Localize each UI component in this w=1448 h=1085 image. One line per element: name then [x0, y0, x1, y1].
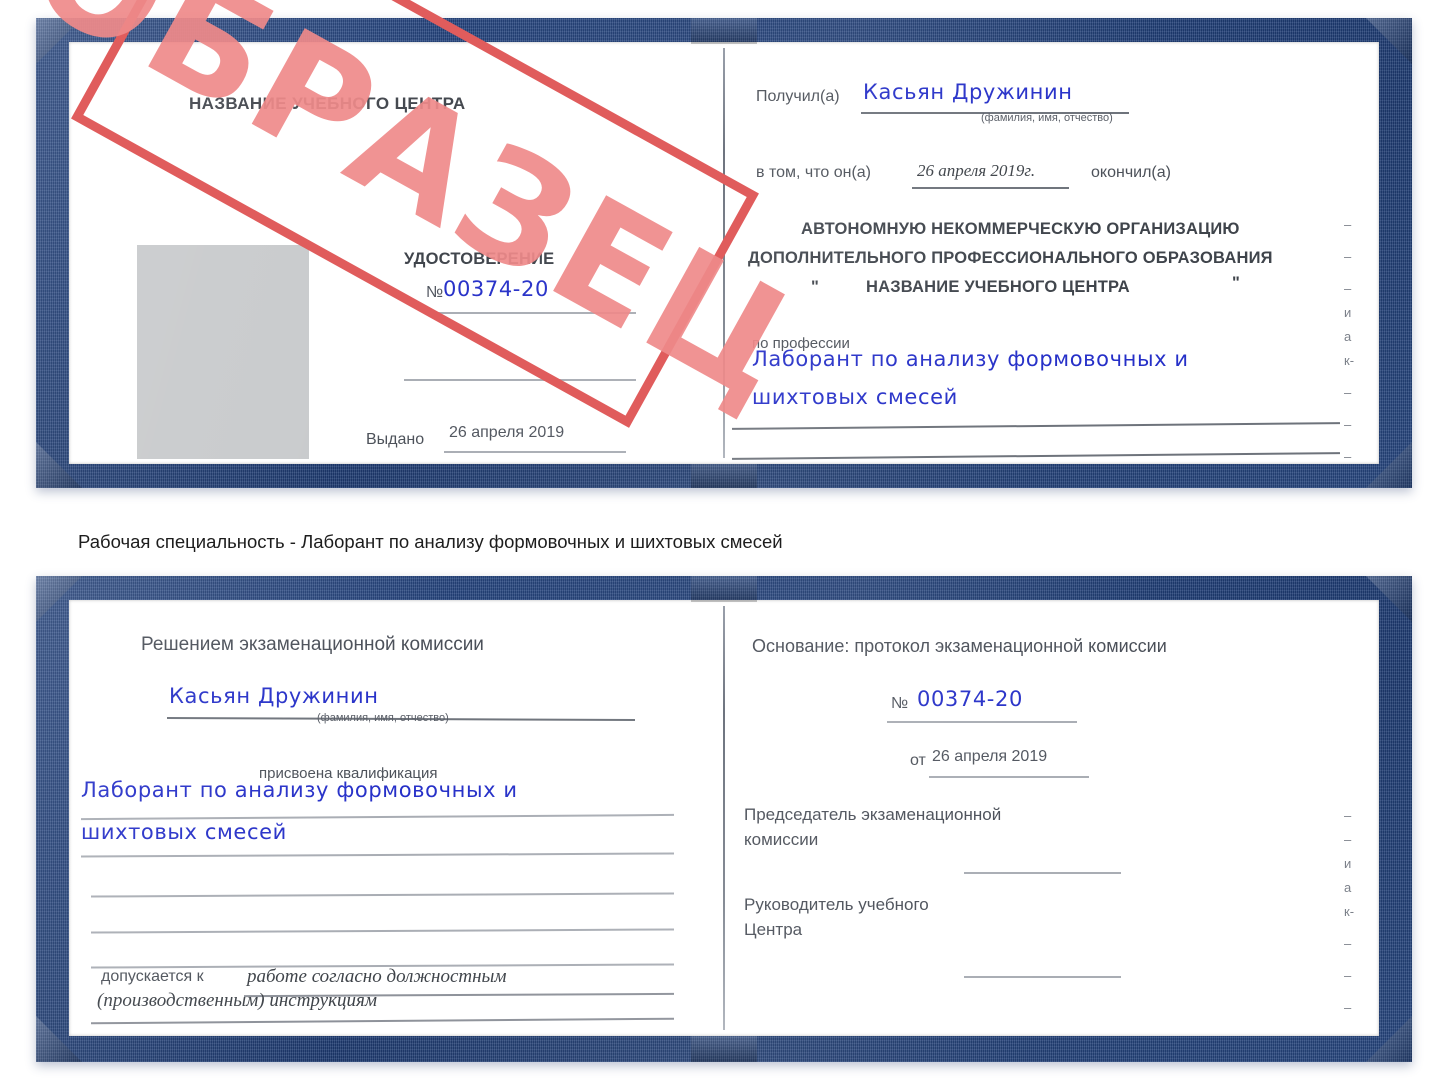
- admitted-line-1: работе согласно должностным: [247, 966, 507, 987]
- admitted-label: допускается к: [101, 968, 204, 985]
- admitted-rule-2: [91, 1017, 674, 1024]
- spine-notch-bottom: [691, 462, 757, 488]
- profession-rule-1: [732, 422, 1340, 430]
- completion-date-rule: [912, 187, 1069, 189]
- edge-fragment: –: [1344, 281, 1352, 296]
- received-label: Получил(а): [756, 88, 840, 105]
- fio-hint-top: (фамилия, имя, отчество): [981, 112, 1113, 124]
- spine-notch-top: [691, 576, 757, 602]
- certificate-bottom-pages: Решением экзаменационной комиссии Касьян…: [69, 600, 1379, 1036]
- edge-fragment: к-: [1344, 353, 1355, 368]
- blank-rule-b: [90, 928, 675, 934]
- edge-fragment: –: [1344, 936, 1352, 951]
- organization-line-1: АВТОНОМНУЮ НЕКОММЕРЧЕСКУЮ ОРГАНИЗАЦИЮ: [801, 220, 1240, 238]
- certificate-bottom-book: Решением экзаменационной комиссии Касьян…: [36, 576, 1412, 1062]
- certificate-title: УДОСТОВЕРЕНИЕ: [404, 250, 555, 268]
- edge-fragment: и: [1344, 305, 1352, 320]
- blank-rule-1: [404, 379, 636, 381]
- head-line-2: Центра: [744, 920, 803, 939]
- issued-label: Выдано: [366, 431, 425, 448]
- qualification-line-1: Лаборант по анализу формовочных и: [81, 778, 518, 802]
- organization-quote-open: ": [811, 278, 820, 296]
- edge-fragment: –: [1344, 449, 1352, 464]
- decision-title: Решением экзаменационной комиссии: [141, 634, 484, 655]
- certificate-bottom-left-page: Решением экзаменационной комиссии Касьян…: [69, 600, 724, 1036]
- spine-notch-top: [691, 18, 757, 44]
- in-that-label: в том, что он(а): [756, 164, 871, 181]
- edge-fragment: и: [1344, 856, 1352, 871]
- certificate-top-left-page: НАЗВАНИЕ УЧЕБНОГО ЦЕНТРА УДОСТОВЕРЕНИЕ №…: [69, 42, 724, 464]
- received-value: Касьян Дружинин: [863, 80, 1073, 104]
- profession-line-1: Лаборант по анализу формовочных и: [752, 347, 1189, 371]
- chairman-signature-rule: [964, 872, 1121, 874]
- admitted-line-2: (производственным) инструкциям: [97, 990, 377, 1011]
- profession-line-2: шихтовых смесей: [752, 385, 958, 409]
- qualification-rule-2: [80, 852, 675, 858]
- organization-line-2: ДОПОЛНИТЕЛЬНОГО ПРОФЕССИОНАЛЬНОГО ОБРАЗО…: [748, 249, 1273, 267]
- edge-fragment: –: [1344, 249, 1352, 264]
- chairman-line-2: комиссии: [744, 830, 819, 849]
- spine-notch-bottom: [691, 1036, 757, 1062]
- training-center-name-heading: НАЗВАНИЕ УЧЕБНОГО ЦЕНТРА: [189, 94, 466, 113]
- photo-placeholder: [137, 245, 309, 459]
- certificate-top-book: НАЗВАНИЕ УЧЕБНОГО ЦЕНТРА УДОСТОВЕРЕНИЕ №…: [36, 18, 1412, 488]
- page-caption: Рабочая специальность - Лаборант по анал…: [78, 531, 783, 552]
- edge-fragment: –: [1344, 1000, 1352, 1015]
- fio-hint-bottom: (фамилия, имя, отчество): [317, 712, 449, 724]
- certificate-top-right-page: Получил(а) Касьян Дружинин (фамилия, имя…: [724, 42, 1379, 464]
- issued-value: 26 апреля 2019: [449, 424, 565, 441]
- profession-rule-2: [732, 452, 1340, 460]
- finished-label: окончил(а): [1091, 164, 1171, 181]
- blank-rule-a: [90, 892, 675, 898]
- head-signature-rule: [964, 976, 1121, 978]
- edge-fragment: –: [1344, 968, 1352, 983]
- edge-fragment: –: [1344, 808, 1352, 823]
- edge-fragment: –: [1344, 417, 1352, 432]
- qualification-line-2: шихтовых смесей: [81, 820, 287, 844]
- protocol-date-label: от: [910, 752, 926, 769]
- protocol-number-value: 00374-20: [917, 687, 1023, 711]
- certificate-top-pages: НАЗВАНИЕ УЧЕБНОГО ЦЕНТРА УДОСТОВЕРЕНИЕ №…: [69, 42, 1379, 464]
- protocol-number-label: №: [891, 695, 909, 712]
- completion-date: 26 апреля 2019г.: [917, 161, 1036, 180]
- certificate-bottom-right-page: Основание: протокол экзаменационной коми…: [724, 600, 1379, 1036]
- organization-quote-close: ": [1232, 274, 1241, 292]
- organization-line-3: НАЗВАНИЕ УЧЕБНОГО ЦЕНТРА: [866, 278, 1130, 296]
- protocol-date-rule: [929, 776, 1089, 778]
- edge-fragment: –: [1344, 385, 1352, 400]
- head-line-1: Руководитель учебного: [744, 895, 929, 914]
- chairman-line-1: Председатель экзаменационной: [744, 805, 1002, 824]
- issued-rule: [444, 451, 626, 453]
- protocol-date-value: 26 апреля 2019: [932, 748, 1048, 765]
- certificate-number-label: №: [426, 284, 444, 301]
- certificate-number-value: 00374-20: [443, 277, 549, 301]
- page-gutter: [723, 48, 725, 458]
- edge-fragment: к-: [1344, 904, 1355, 919]
- edge-fragment: а: [1344, 880, 1352, 895]
- protocol-number-rule: [887, 721, 1077, 723]
- page-gutter: [723, 606, 725, 1030]
- edge-fragment: –: [1344, 217, 1352, 232]
- edge-fragment: –: [1344, 832, 1352, 847]
- certificate-number-rule: [424, 312, 636, 314]
- student-name-value: Касьян Дружинин: [169, 684, 379, 708]
- basis-label: Основание: протокол экзаменационной коми…: [752, 636, 1167, 656]
- edge-fragment: а: [1344, 329, 1352, 344]
